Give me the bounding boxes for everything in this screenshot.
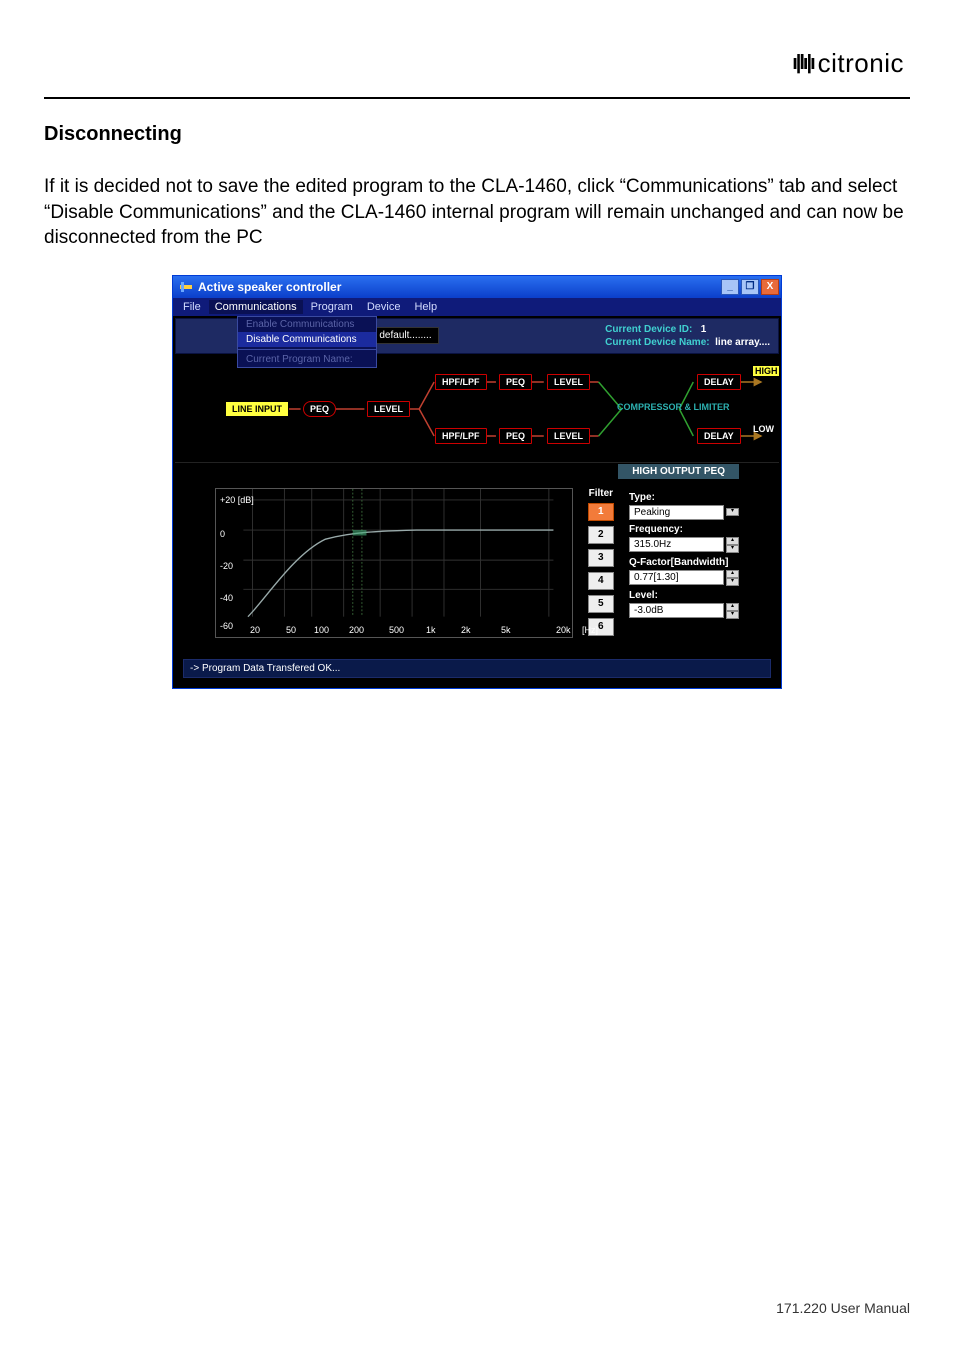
- y-tick-0: 0: [220, 529, 225, 539]
- x-tick-2k: 2k: [461, 625, 471, 635]
- block-input-peq[interactable]: PEQ: [303, 401, 336, 417]
- peq-graph[interactable]: +20 [dB] 0 -20 -40 -60 20 50 100 200 500…: [215, 488, 573, 638]
- block-high-level[interactable]: LEVEL: [547, 374, 590, 390]
- logo-row: ı|lı|ı citronic: [44, 48, 910, 79]
- block-line-input[interactable]: LINE INPUT: [225, 401, 289, 417]
- block-high-hpflpf[interactable]: HPF/LPF: [435, 374, 487, 390]
- window-titlebar[interactable]: Active speaker controller _ ❐ X: [173, 276, 781, 298]
- frequency-spinner[interactable]: ▴▾: [726, 537, 739, 553]
- y-tick-n40: -40: [220, 593, 233, 603]
- type-dropdown-icon[interactable]: ▾: [726, 508, 739, 516]
- body-paragraph: If it is decided not to save the edited …: [44, 174, 910, 251]
- block-high-peq[interactable]: PEQ: [499, 374, 532, 390]
- menu-device[interactable]: Device: [361, 300, 407, 314]
- device-name-value: line array....: [715, 337, 770, 348]
- label-low-output: LOW: [753, 424, 774, 434]
- window-restore-button[interactable]: ❐: [741, 279, 759, 295]
- type-label: Type:: [629, 492, 739, 503]
- window-minimize-button[interactable]: _: [721, 279, 739, 295]
- communications-dropdown: Enable Communications Disable Communicat…: [237, 316, 377, 368]
- block-low-peq[interactable]: PEQ: [499, 428, 532, 444]
- frequency-input[interactable]: 315.0Hz: [629, 537, 724, 552]
- type-select[interactable]: Peaking: [629, 505, 724, 520]
- filter-button-1[interactable]: 1: [588, 503, 614, 521]
- qfactor-spinner[interactable]: ▴▾: [726, 570, 739, 586]
- x-tick-200: 200: [349, 625, 364, 635]
- block-high-delay[interactable]: DELAY: [697, 374, 741, 390]
- filter-params-column: Type: Peaking ▾ Frequency: 315.0Hz ▴▾ Q-…: [629, 488, 739, 641]
- x-tick-500: 500: [389, 625, 404, 635]
- x-tick-1k: 1k: [426, 625, 436, 635]
- filter-button-3[interactable]: 3: [588, 549, 614, 567]
- y-tick-n20: -20: [220, 561, 233, 571]
- menu-program[interactable]: Program: [305, 300, 359, 314]
- menu-help[interactable]: Help: [408, 300, 443, 314]
- level-label: Level:: [629, 590, 739, 601]
- window-title: Active speaker controller: [198, 280, 341, 294]
- header-divider: [44, 97, 910, 99]
- filter-button-5[interactable]: 5: [588, 595, 614, 613]
- x-tick-100: 100: [314, 625, 329, 635]
- status-bar: -> Program Data Transfered OK...: [175, 655, 779, 686]
- dropdown-disable-communications[interactable]: Disable Communications: [238, 332, 376, 347]
- x-tick-20k: 20k: [556, 625, 571, 635]
- filter-button-4[interactable]: 4: [588, 572, 614, 590]
- level-spinner[interactable]: ▴▾: [726, 603, 739, 619]
- label-high-output: HIGH: [753, 366, 779, 376]
- level-input[interactable]: -3.0dB: [629, 603, 724, 618]
- filter-button-2[interactable]: 2: [588, 526, 614, 544]
- brand-logo: ı|lı|ı citronic: [792, 48, 904, 79]
- y-tick-n60: -60: [220, 621, 233, 631]
- brand-name: citronic: [818, 48, 904, 79]
- app-icon: [179, 280, 193, 294]
- block-compressor-limiter[interactable]: COMPRESSOR & LIMITER: [617, 402, 730, 412]
- filter-select-column: Filter 1 2 3 4 5 6: [581, 488, 621, 641]
- x-tick-20: 20: [250, 625, 260, 635]
- block-low-delay[interactable]: DELAY: [697, 428, 741, 444]
- qfactor-label: Q-Factor[Bandwidth]: [629, 557, 739, 568]
- status-message: -> Program Data Transfered OK...: [183, 659, 771, 678]
- frequency-label: Frequency:: [629, 524, 739, 535]
- peq-panel: HIGH OUTPUT PEQ: [175, 462, 779, 655]
- peq-panel-title: HIGH OUTPUT PEQ: [618, 464, 739, 479]
- signal-flow-diagram: LINE INPUT PEQ LEVEL HPF/LPF PEQ LEVEL D…: [175, 354, 779, 462]
- filter-heading: Filter: [581, 488, 621, 499]
- dropdown-enable-communications: Enable Communications: [238, 317, 376, 332]
- device-id-label: Current Device ID:: [605, 324, 692, 335]
- app-window: Active speaker controller _ ❐ X File Com…: [172, 275, 782, 689]
- y-tick-20: +20 [dB]: [220, 495, 254, 505]
- dropdown-current-program: Current Program Name:: [238, 352, 376, 367]
- x-tick-5k: 5k: [501, 625, 511, 635]
- block-low-hpflpf[interactable]: HPF/LPF: [435, 428, 487, 444]
- dropdown-separator: [238, 349, 376, 350]
- qfactor-input[interactable]: 0.77[1.30]: [629, 570, 724, 585]
- window-close-button[interactable]: X: [761, 279, 779, 295]
- menu-communications[interactable]: Communications: [209, 300, 303, 314]
- page-footer: 171.220 User Manual: [776, 1300, 910, 1316]
- device-info: Current Device ID: 1 Current Device Name…: [605, 323, 770, 349]
- logo-mark-icon: ı|lı|ı: [792, 52, 813, 75]
- device-id-value: 1: [701, 324, 707, 335]
- menubar: File Communications Program Device Help: [173, 298, 781, 316]
- block-input-level[interactable]: LEVEL: [367, 401, 410, 417]
- x-unit-hz: [Hz]: [582, 625, 598, 635]
- menu-file[interactable]: File: [177, 300, 207, 314]
- block-low-level[interactable]: LEVEL: [547, 428, 590, 444]
- x-tick-50: 50: [286, 625, 296, 635]
- device-name-label: Current Device Name:: [605, 337, 709, 348]
- section-heading: Disconnecting: [44, 123, 910, 146]
